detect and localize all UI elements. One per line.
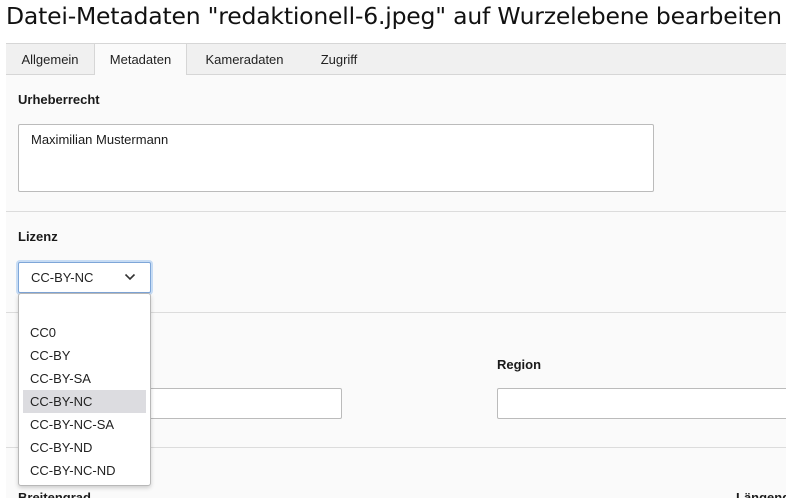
license-option-empty[interactable] <box>23 298 146 321</box>
license-select[interactable]: CC-BY-NC <box>18 262 151 293</box>
license-option-cc0[interactable]: CC0 <box>23 321 146 344</box>
chevron-down-icon <box>124 273 136 281</box>
metadata-form: Urheberrecht Maximilian Mustermann Lizen… <box>6 75 786 498</box>
tab-kameradaten[interactable]: Kameradaten <box>187 43 302 75</box>
copyright-label: Urheberrecht <box>18 92 100 107</box>
license-select-value: CC-BY-NC <box>31 270 94 285</box>
license-option-cc-by-nc-sa[interactable]: CC-BY-NC-SA <box>23 413 146 436</box>
license-dropdown-list: CC0 CC-BY CC-BY-SA CC-BY-NC CC-BY-NC-SA … <box>18 293 151 486</box>
longitude-label: Längengrad <box>736 490 786 498</box>
region-label: Region <box>497 357 542 372</box>
tab-allgemein[interactable]: Allgemein <box>6 43 94 75</box>
section-divider <box>6 211 786 212</box>
latitude-label: Breitengrad <box>18 490 91 498</box>
tab-metadaten[interactable]: Metadaten <box>94 43 187 76</box>
copyright-textarea[interactable]: Maximilian Mustermann <box>18 124 654 192</box>
tab-bar: Allgemein Metadaten Kameradaten Zugriff <box>6 43 786 76</box>
license-option-cc-by[interactable]: CC-BY <box>23 344 146 367</box>
license-label: Lizenz <box>18 229 58 244</box>
license-option-cc-by-nc[interactable]: CC-BY-NC <box>23 390 146 413</box>
license-option-cc-by-nc-nd[interactable]: CC-BY-NC-ND <box>23 459 146 482</box>
tab-zugriff[interactable]: Zugriff <box>302 43 376 75</box>
page-title: Datei-Metadaten "redaktionell-6.jpeg" au… <box>6 2 782 30</box>
region-input[interactable] <box>497 388 786 419</box>
license-option-cc-by-sa[interactable]: CC-BY-SA <box>23 367 146 390</box>
license-option-cc-by-nd[interactable]: CC-BY-ND <box>23 436 146 459</box>
